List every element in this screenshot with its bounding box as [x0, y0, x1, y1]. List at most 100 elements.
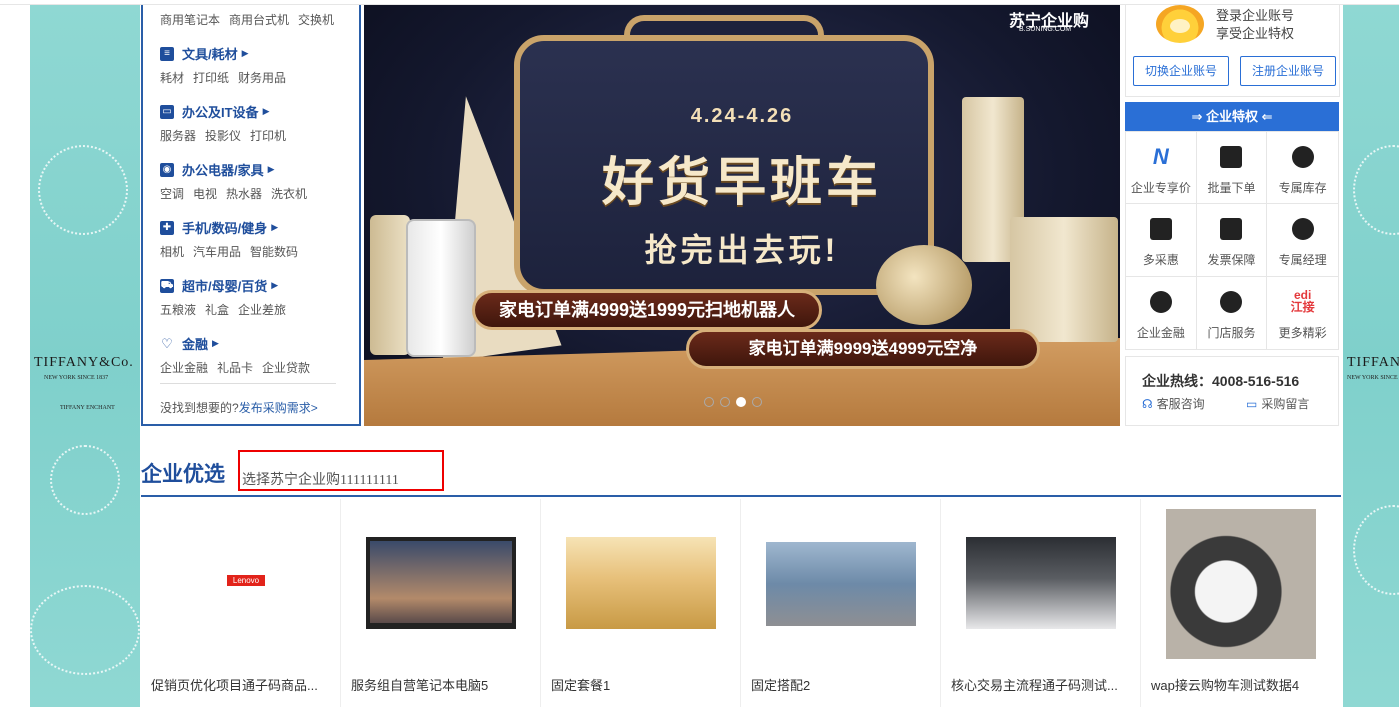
banner-headline: 好货早班车	[601, 154, 882, 212]
product-name[interactable]: wap接云购物车测试数据4	[1151, 675, 1333, 694]
privilege-item[interactable]: 专属经理	[1267, 204, 1338, 277]
category-sub-links: 相机 汽车用品 智能数码	[160, 243, 307, 260]
category-sub-links: 服务器 投影仪 打印机	[160, 127, 295, 144]
category-link[interactable]: 投影仪	[205, 129, 241, 143]
category-link[interactable]: 洗衣机	[271, 187, 307, 201]
category-link[interactable]: 企业差旅	[238, 303, 286, 317]
category-link[interactable]: 礼盒	[205, 303, 229, 317]
product-card[interactable]: 服务组自营笔记本电脑5	[341, 499, 541, 707]
product-card[interactable]: wap接云购物车测试数据4	[1141, 499, 1341, 707]
purchase-message-link[interactable]: ▭ 采购留言	[1246, 395, 1309, 412]
service-label: 客服咨询	[1156, 397, 1205, 411]
category-link[interactable]: 五粮液	[160, 303, 196, 317]
privilege-item[interactable]: 多采惠	[1126, 204, 1197, 277]
login-text[interactable]: 登录企业账号	[1216, 5, 1294, 24]
customer-service-link[interactable]: ☊ 客服咨询	[1142, 395, 1205, 412]
hotline-box: 企业热线：4008-516-516 ☊ 客服咨询 ▭ 采购留言	[1125, 356, 1339, 426]
necklace-decoration	[1353, 505, 1399, 595]
category-link[interactable]: 财务用品	[238, 71, 286, 85]
product-list: Lenovo 促销页优化项目通子码商品... 服务组自营笔记本电脑5 固定套餐1…	[141, 499, 1341, 707]
section-highlight-input[interactable]: 选择苏宁企业购111111111	[238, 450, 444, 491]
category-digital[interactable]: ✚ 手机/数码/健身 ▶	[160, 218, 278, 237]
category-link[interactable]: 汽车用品	[193, 245, 241, 259]
promo-banner[interactable]: 苏宁企业购 B.SUNING.COM 4.24-4.26 好货早班车 抢完出去玩…	[364, 5, 1120, 426]
privilege-item[interactable]: edi 江接 更多精彩	[1267, 277, 1338, 349]
category-title: 超市/母婴/百货	[182, 279, 268, 294]
category-link[interactable]: 相机	[160, 245, 184, 259]
category-link[interactable]: 企业贷款	[262, 361, 310, 375]
product-card[interactable]: 核心交易主流程通子码测试...	[941, 499, 1141, 707]
caret-right-icon: ▶	[212, 338, 219, 348]
caret-right-icon: ▶	[267, 164, 275, 174]
category-link[interactable]: 打印纸	[193, 71, 229, 85]
headset-icon	[1220, 290, 1243, 313]
product-card[interactable]: 固定搭配2	[741, 499, 941, 707]
product-name[interactable]: 核心交易主流程通子码测试...	[951, 675, 1133, 694]
category-link[interactable]: 打印机	[250, 129, 286, 143]
privilege-item[interactable]: 企业金融	[1126, 276, 1197, 349]
category-link[interactable]: 服务器	[160, 129, 196, 143]
switch-account-button[interactable]: 切换企业账号	[1133, 56, 1229, 86]
bicycle-field-image	[566, 537, 716, 629]
necklace-decoration	[50, 445, 120, 515]
category-link[interactable]: 企业金融	[160, 361, 208, 375]
category-sub-links: 空调 电视 热水器 洗衣机	[160, 185, 316, 202]
category-link[interactable]: 电视	[193, 187, 217, 201]
privilege-label: 企业专享价	[1130, 181, 1191, 195]
privilege-text: 享受企业特权	[1216, 26, 1295, 41]
product-name[interactable]: 固定搭配2	[751, 675, 933, 694]
caret-right-icon: ▶	[241, 48, 249, 58]
printer-icon	[1220, 218, 1243, 241]
carousel-dot[interactable]	[752, 397, 762, 407]
product-card[interactable]: Lenovo 促销页优化项目通子码商品...	[141, 499, 341, 707]
gift-icon	[1220, 146, 1243, 168]
category-link[interactable]: 智能数码	[250, 245, 298, 259]
privilege-item[interactable]: N 企业专享价	[1126, 132, 1197, 205]
category-stationery[interactable]: ≡ 文具/耗材 ▶	[160, 44, 249, 63]
category-link[interactable]: 商用台式机	[229, 13, 289, 27]
car-image	[766, 542, 916, 626]
product-name[interactable]: 服务组自营笔记本电脑5	[351, 675, 533, 694]
privilege-label: 发票保障	[1207, 253, 1256, 268]
privilege-item[interactable]: 发票保障	[1196, 204, 1268, 277]
printer-icon: ▭	[160, 104, 174, 119]
carousel-dot[interactable]	[720, 397, 730, 407]
category-supermarket[interactable]: ⛟ 超市/母婴/百货 ▶	[160, 276, 278, 295]
privilege-header: ⇒ 企业特权 ⇐	[1125, 102, 1339, 131]
category-link[interactable]: 热水器	[226, 187, 262, 201]
cart-icon: ⛟	[160, 278, 174, 293]
carousel-dot-active[interactable]	[736, 397, 746, 407]
purchase-request-prompt: 没找到想要的?发布采购需求>	[160, 399, 318, 416]
privilege-item[interactable]: 批量下单	[1196, 132, 1268, 205]
register-account-button[interactable]: 注册企业账号	[1240, 56, 1336, 86]
right-side-ad[interactable]: TIFFANY&Co. NEW YORK SINCE 1837	[1343, 5, 1399, 707]
category-link[interactable]: 礼品卡	[217, 361, 253, 375]
left-side-ad[interactable]: TIFFANY&Co. NEW YORK SINCE 1837 TIFFANY …	[30, 5, 140, 707]
privilege-item[interactable]: 门店服务	[1197, 276, 1268, 349]
product-name[interactable]: 固定套餐1	[551, 675, 733, 694]
category-sub-links: 五粮液 礼盒 企业差旅	[160, 301, 295, 318]
category-link[interactable]: 交换机	[298, 13, 334, 27]
product-name[interactable]: 促销页优化项目通子码商品...	[151, 675, 333, 694]
privilege-label: 多采惠	[1142, 253, 1179, 268]
category-link[interactable]: 商用笔记本	[160, 13, 220, 27]
privilege-label: 门店服务	[1207, 325, 1256, 340]
category-link[interactable]: 耗材	[160, 71, 184, 85]
promo-tag-2: 家电订单满9999送4999元空净	[686, 329, 1040, 369]
tiffany-sub: TIFFANY ENCHANT	[60, 405, 115, 411]
category-finance[interactable]: ♡ 金融 ▶	[160, 334, 219, 353]
privilege-item[interactable]: 专属库存	[1267, 132, 1338, 205]
publish-request-link[interactable]: 发布采购需求>	[239, 401, 318, 415]
category-appliances[interactable]: ◉ 办公电器/家具 ▶	[160, 160, 275, 179]
banner-dates: 4.24-4.26	[690, 105, 794, 127]
section-divider	[141, 495, 1341, 497]
laptop-image	[366, 537, 516, 629]
category-link[interactable]: 空调	[160, 187, 184, 201]
carousel-dot[interactable]	[704, 397, 714, 407]
promo-tag-1: 家电订单满4999送1999元扫地机器人	[472, 290, 822, 330]
product-card[interactable]: 固定套餐1	[541, 499, 741, 707]
suning-logo-sub: B.SUNING.COM	[1019, 26, 1072, 33]
category-office-it[interactable]: ▭ 办公及IT设备 ▶	[160, 102, 269, 121]
login-box: 登录企业账号 享受企业特权 切换企业账号 注册企业账号	[1125, 5, 1340, 97]
husky-image	[1166, 509, 1316, 659]
